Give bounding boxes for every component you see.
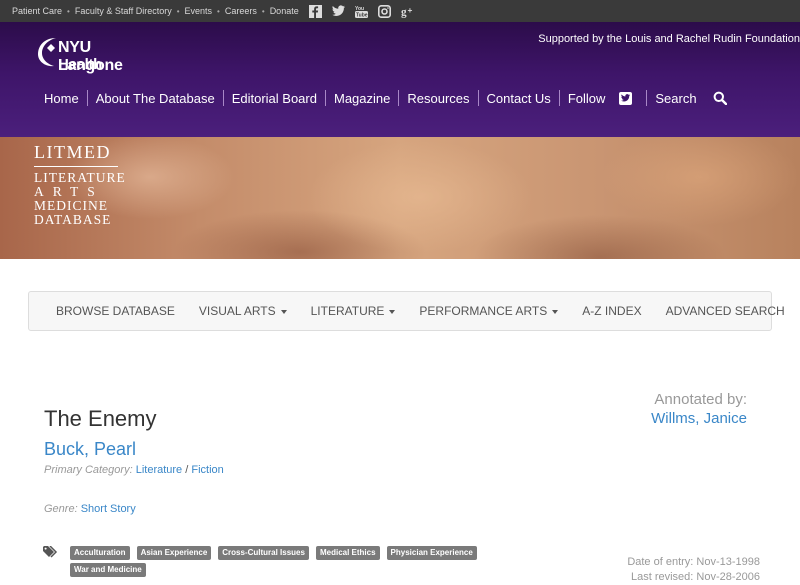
nav-follow[interactable]: Follow: [560, 91, 614, 106]
twitter-follow-icon[interactable]: [619, 91, 633, 105]
supported-by-text: Supported by the Louis and Rachel Rudin …: [538, 33, 800, 45]
browse-database-link[interactable]: BROWSE DATABASE: [44, 304, 187, 318]
separator-dot: •: [217, 6, 220, 16]
annotated-by-label: Annotated by:: [654, 391, 747, 408]
literature-label: LITERATURE: [310, 304, 385, 318]
date-of-entry: Date of entry: Nov-13-1998: [627, 556, 760, 568]
tag-acculturation[interactable]: Acculturation: [70, 546, 130, 560]
nav-contact-us[interactable]: Contact Us: [479, 91, 559, 106]
nav-search[interactable]: Search: [647, 91, 704, 106]
caret-down-icon: [552, 309, 559, 314]
youtube-icon[interactable]: You Tube: [354, 5, 368, 18]
genre-link[interactable]: Short Story: [81, 503, 136, 515]
svg-text:+: +: [407, 5, 412, 15]
entry-title: The Enemy: [44, 406, 157, 431]
banner-line-database: DATABASE: [34, 212, 112, 227]
tag-asian-experience[interactable]: Asian Experience: [136, 546, 212, 560]
tag-war-and-medicine[interactable]: War and Medicine: [70, 563, 146, 577]
torch-icon: [38, 38, 56, 67]
banner-title: LITMED: [34, 142, 111, 162]
genre: Genre: Short Story: [44, 503, 136, 515]
visual-arts-dropdown[interactable]: VISUAL ARTS: [187, 304, 299, 318]
tag-medical-ethics[interactable]: Medical Ethics: [315, 546, 380, 560]
banner-line-literature: LITERATURE: [34, 170, 126, 185]
twitter-icon[interactable]: [331, 5, 345, 18]
performance-arts-dropdown[interactable]: PERFORMANCE ARTS: [407, 304, 570, 318]
patient-care-link[interactable]: Patient Care: [12, 6, 62, 16]
google-plus-icon[interactable]: g +: [401, 5, 414, 18]
caret-down-icon: [280, 309, 287, 314]
facebook-icon[interactable]: [308, 4, 322, 18]
primary-category-label: Primary Category:: [44, 464, 133, 476]
tag-physician-experience[interactable]: Physician Experience: [386, 546, 477, 560]
category-separator: /: [185, 464, 189, 476]
separator-dot: •: [176, 6, 180, 16]
events-link[interactable]: Events: [185, 6, 213, 16]
nyu-langone-logo[interactable]: NYU Langone Health: [36, 34, 136, 76]
site-header: NYU Langone Health Supported by the Loui…: [0, 22, 800, 137]
annotator-link[interactable]: Willms, Janice: [651, 410, 747, 427]
primary-category: Primary Category: Literature / Fiction: [44, 464, 224, 476]
tag-list: Acculturation Asian Experience Cross-Cul…: [70, 546, 530, 580]
utility-bar: Patient Care • Faculty & Staff Directory…: [0, 0, 800, 22]
banner-rule: [34, 166, 118, 167]
category-literature-link[interactable]: Literature: [136, 464, 182, 476]
category-fiction-link[interactable]: Fiction: [191, 464, 223, 476]
advanced-search-link[interactable]: ADVANCED SEARCH: [654, 304, 797, 318]
litmed-banner: LITMED LITERATURE ARTS MEDICINE DATABASE: [0, 137, 800, 259]
last-revised: Last revised: Nov-28-2006: [630, 571, 760, 583]
database-nav: BROWSE DATABASE VISUAL ARTS LITERATURE P…: [28, 291, 785, 331]
directory-link[interactable]: Faculty & Staff Directory: [75, 6, 172, 16]
banner-line-medicine: MEDICINE: [34, 198, 108, 213]
nav-resources[interactable]: Resources: [399, 91, 477, 106]
instagram-icon[interactable]: [377, 4, 391, 18]
a-z-index-link[interactable]: A-Z INDEX: [570, 304, 653, 318]
logo-text-line2: Health: [58, 56, 103, 73]
separator-dot: •: [67, 6, 70, 16]
performance-arts-label: PERFORMANCE ARTS: [419, 304, 548, 318]
svg-text:g: g: [401, 6, 407, 17]
author-link[interactable]: Buck, Pearl: [44, 439, 136, 460]
separator-dot: •: [261, 6, 265, 16]
svg-text:Tube: Tube: [356, 12, 368, 18]
litmed-logo[interactable]: LITMED LITERATURE ARTS MEDICINE DATABASE: [34, 143, 126, 227]
utility-links: Patient Care • Faculty & Staff Directory…: [12, 0, 414, 22]
genre-label: Genre:: [44, 503, 78, 515]
tags-icon: [43, 545, 60, 563]
nav-about-database[interactable]: About The Database: [88, 91, 223, 106]
donate-link[interactable]: Donate: [270, 6, 299, 16]
caret-down-icon: [389, 309, 396, 314]
nav-magazine[interactable]: Magazine: [326, 91, 398, 106]
careers-link[interactable]: Careers: [225, 6, 257, 16]
literature-dropdown[interactable]: LITERATURE: [299, 304, 408, 318]
nav-editorial-board[interactable]: Editorial Board: [224, 91, 325, 106]
nav-home[interactable]: Home: [36, 91, 87, 106]
main-nav: Home About The Database Editorial Board …: [36, 88, 727, 108]
tag-cross-cultural-issues[interactable]: Cross-Cultural Issues: [218, 546, 309, 560]
visual-arts-label: VISUAL ARTS: [198, 304, 276, 318]
search-icon[interactable]: [713, 91, 727, 105]
banner-line-arts: ARTS: [34, 184, 104, 199]
